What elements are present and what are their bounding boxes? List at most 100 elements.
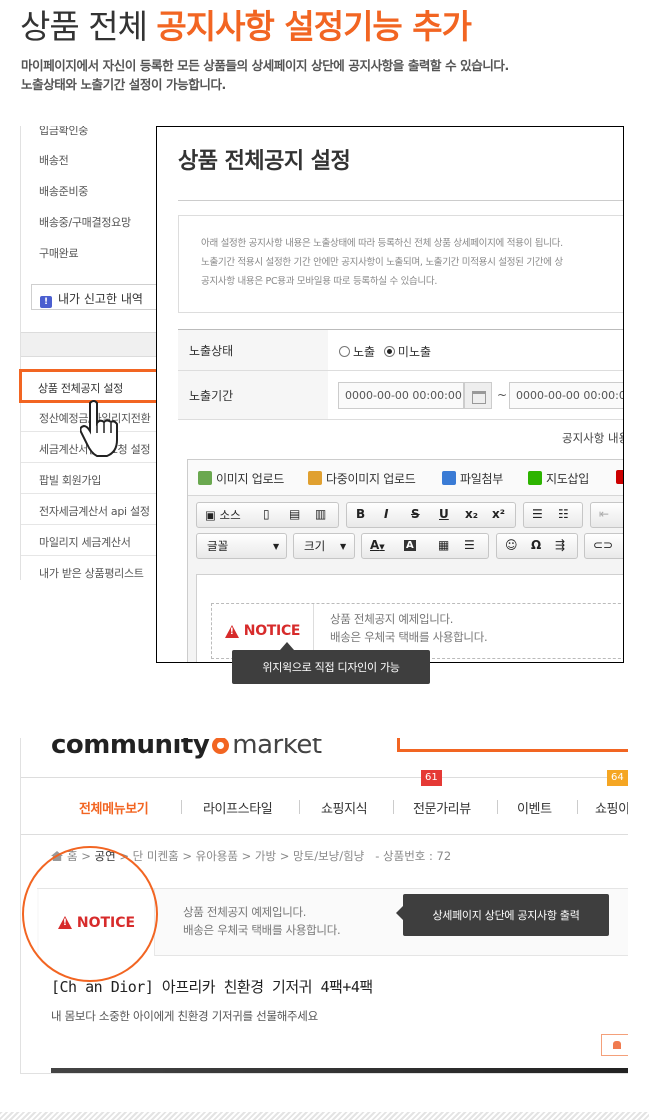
notice-line: 상품 전체공지 예제입니다. — [330, 612, 454, 626]
notice-content: 상품 전체공지 예제입니다. 배송은 우체국 택배를 사용합니다. — [183, 903, 341, 939]
nav-shopping-knowledge[interactable]: 쇼핑지식 — [321, 798, 368, 817]
bold-button[interactable]: B — [356, 507, 365, 521]
notice-settings-window: 상품 전체공지 설정 아래 설정한 공지사항 내용은 노출상태에 따라 등록하신… — [156, 126, 624, 663]
menu-item-highlighted[interactable]: 상품 전체공지 설정 — [19, 369, 158, 403]
btn-label: 다중이미지 업로드 — [326, 472, 416, 486]
calendar-icon[interactable] — [464, 382, 492, 409]
size-select[interactable]: 크기 ▼ — [293, 533, 355, 559]
desc-line-2: 노출상태와 노출기간 설정이 가능합니다. — [21, 77, 226, 92]
report-history-button[interactable]: ! 내가 신고한 내역 — [31, 284, 170, 310]
font-select[interactable]: 글꼴 ▼ — [196, 533, 287, 559]
menu-item[interactable]: 입금확인중 — [39, 126, 88, 138]
menu-divider — [21, 555, 170, 556]
period-start-input[interactable]: 0000-00-00 00:00:00 — [338, 382, 464, 409]
alarm-button[interactable] — [601, 1034, 628, 1056]
nav-event[interactable]: 이벤트 — [517, 798, 552, 817]
review-count-badge: 61 — [421, 770, 442, 786]
video-insert-button[interactable] — [616, 470, 623, 485]
btn-label: 지도삽입 — [546, 472, 589, 486]
footer-divider — [0, 1112, 649, 1120]
period-separator: ~ — [497, 388, 508, 402]
nav-expert-review[interactable]: 전문가리뷰 — [413, 798, 471, 817]
bg-color-button[interactable]: A — [404, 540, 416, 551]
numbered-list-icon[interactable]: ☰ — [532, 507, 543, 521]
nav-divider — [497, 800, 498, 814]
outdent-icon[interactable]: ⇤ — [599, 507, 609, 521]
special-char-button[interactable]: Ω — [531, 538, 541, 552]
logo-o-icon — [212, 738, 230, 754]
template-icon[interactable]: ▥ — [315, 507, 326, 521]
info-box: 아래 설정한 공지사항 내용은 노출상태에 따라 등록하신 전체 상품 상세페이… — [178, 215, 623, 313]
btn-label: 파일첨부 — [460, 472, 503, 486]
text-color-glyph: A — [370, 538, 380, 552]
nav-all-menu[interactable]: 전체메뉴보기 — [79, 798, 149, 817]
menu-item[interactable]: 내가 받은 상품평리스트 — [39, 565, 144, 580]
menu-item[interactable]: 배송중/구매결정요망 — [39, 214, 131, 230]
product-subtitle: 내 몸보다 소중한 아이에게 친환경 기저귀를 선물해주세요 — [51, 1009, 318, 1023]
menu-item[interactable]: 마일리지 세금계산서 — [39, 534, 131, 550]
map-insert-button[interactable]: 지도삽입 — [528, 470, 589, 487]
site-logo[interactable]: community market — [51, 738, 322, 760]
table-icon[interactable]: ▦ — [438, 538, 449, 552]
link-icon[interactable]: ⊂⊃ — [593, 538, 613, 552]
notice-text: NOTICE — [243, 623, 301, 639]
crumb-item[interactable]: 가방 — [255, 849, 276, 863]
toolbar-group-format: B I S U x₂ x² — [346, 502, 516, 528]
file-attach-button[interactable]: 파일첨부 — [442, 470, 503, 487]
italic-button[interactable]: I — [384, 507, 388, 521]
notice-line: 배송은 우체국 택배를 사용합니다. — [330, 630, 488, 644]
crumb-item[interactable]: 유아용품 — [196, 849, 238, 863]
text-color-button[interactable]: A▼ — [370, 538, 385, 552]
preview-icon[interactable]: ▤ — [289, 507, 300, 521]
nav-lifestyle[interactable]: 라이프스타일 — [203, 798, 273, 817]
info-line: 아래 설정한 공지사항 내용은 노출상태에 따라 등록하신 전체 상품 상세페이… — [201, 238, 563, 249]
new-page-icon[interactable]: ▯ — [263, 507, 270, 521]
product-number: - 상품번호 : 72 — [375, 849, 452, 863]
radio-label: 노출 — [353, 345, 376, 359]
menu-item[interactable]: 팝빌 회원가입 — [39, 472, 101, 488]
subscript-button[interactable]: x₂ — [465, 507, 478, 521]
notice-line: 배송은 우체국 택배를 사용합니다. — [183, 923, 341, 937]
bullet-list-icon[interactable]: ☷ — [558, 507, 569, 521]
menu-item[interactable]: 전자세금계산서 api 설정 — [39, 503, 150, 519]
content-label: 공지사항 내용 — [562, 431, 624, 445]
toolbar-group-insert: ☺ Ω ⇶ — [496, 533, 578, 559]
crumb-item[interactable]: 미켄홈 — [147, 849, 179, 863]
menu-divider — [21, 524, 170, 525]
status-label: 노출상태 — [178, 330, 328, 370]
period-end-input[interactable]: 0000-00-00 00:00:00 — [509, 382, 623, 409]
nav-divider — [299, 800, 300, 814]
file-icon — [442, 471, 456, 485]
image-strip — [51, 1068, 628, 1073]
radio-hide[interactable]: 미노출 — [383, 345, 431, 359]
nav-shopping-more[interactable]: 쇼핑이 — [595, 798, 628, 817]
radio-show[interactable]: 노출 — [339, 345, 375, 359]
page-break-icon[interactable]: ⇶ — [555, 538, 565, 552]
popup-title: 상품 전체공지 설정 — [178, 149, 351, 174]
menu-item[interactable]: 구매완료 — [39, 245, 79, 261]
crumb-item[interactable]: 단 — [133, 849, 144, 863]
smiley-icon[interactable]: ☺ — [505, 538, 518, 552]
status-row: 노출상태 노출 미노출 — [178, 330, 623, 371]
title-divider — [178, 200, 623, 201]
menu-item[interactable]: 배송전 — [39, 152, 69, 168]
highlight-circle — [22, 846, 158, 982]
source-label: 소스 — [219, 508, 241, 522]
toolbar-group-color: A▼ A ▦ ☰ — [361, 533, 489, 559]
crumb-item[interactable]: 망토/보냥/힘냥 — [293, 849, 364, 863]
multi-image-upload-button[interactable]: 다중이미지 업로드 — [308, 470, 416, 487]
search-box[interactable] — [397, 738, 628, 752]
source-button[interactable]: ▣ 소스 — [205, 507, 241, 523]
section-description: 마이페이지에서 자신이 등록한 모든 상품들의 상세페이지 상단에 공지사항을 … — [21, 56, 509, 94]
horizontal-rule-icon[interactable]: ☰ — [464, 538, 475, 552]
menu-divider — [21, 462, 170, 463]
info-line: 공지사항 내용은 PC용과 모바일용 따로 등록하실 수 있습니다. — [201, 276, 438, 287]
nav-divider — [181, 800, 182, 814]
underline-button[interactable]: U — [439, 507, 449, 521]
hand-cursor-icon — [80, 400, 118, 457]
period-label: 노출기간 — [178, 371, 328, 419]
strike-button[interactable]: S — [411, 507, 420, 521]
image-upload-button[interactable]: 이미지 업로드 — [198, 470, 284, 487]
superscript-button[interactable]: x² — [492, 507, 505, 521]
menu-item[interactable]: 배송준비중 — [39, 183, 88, 199]
